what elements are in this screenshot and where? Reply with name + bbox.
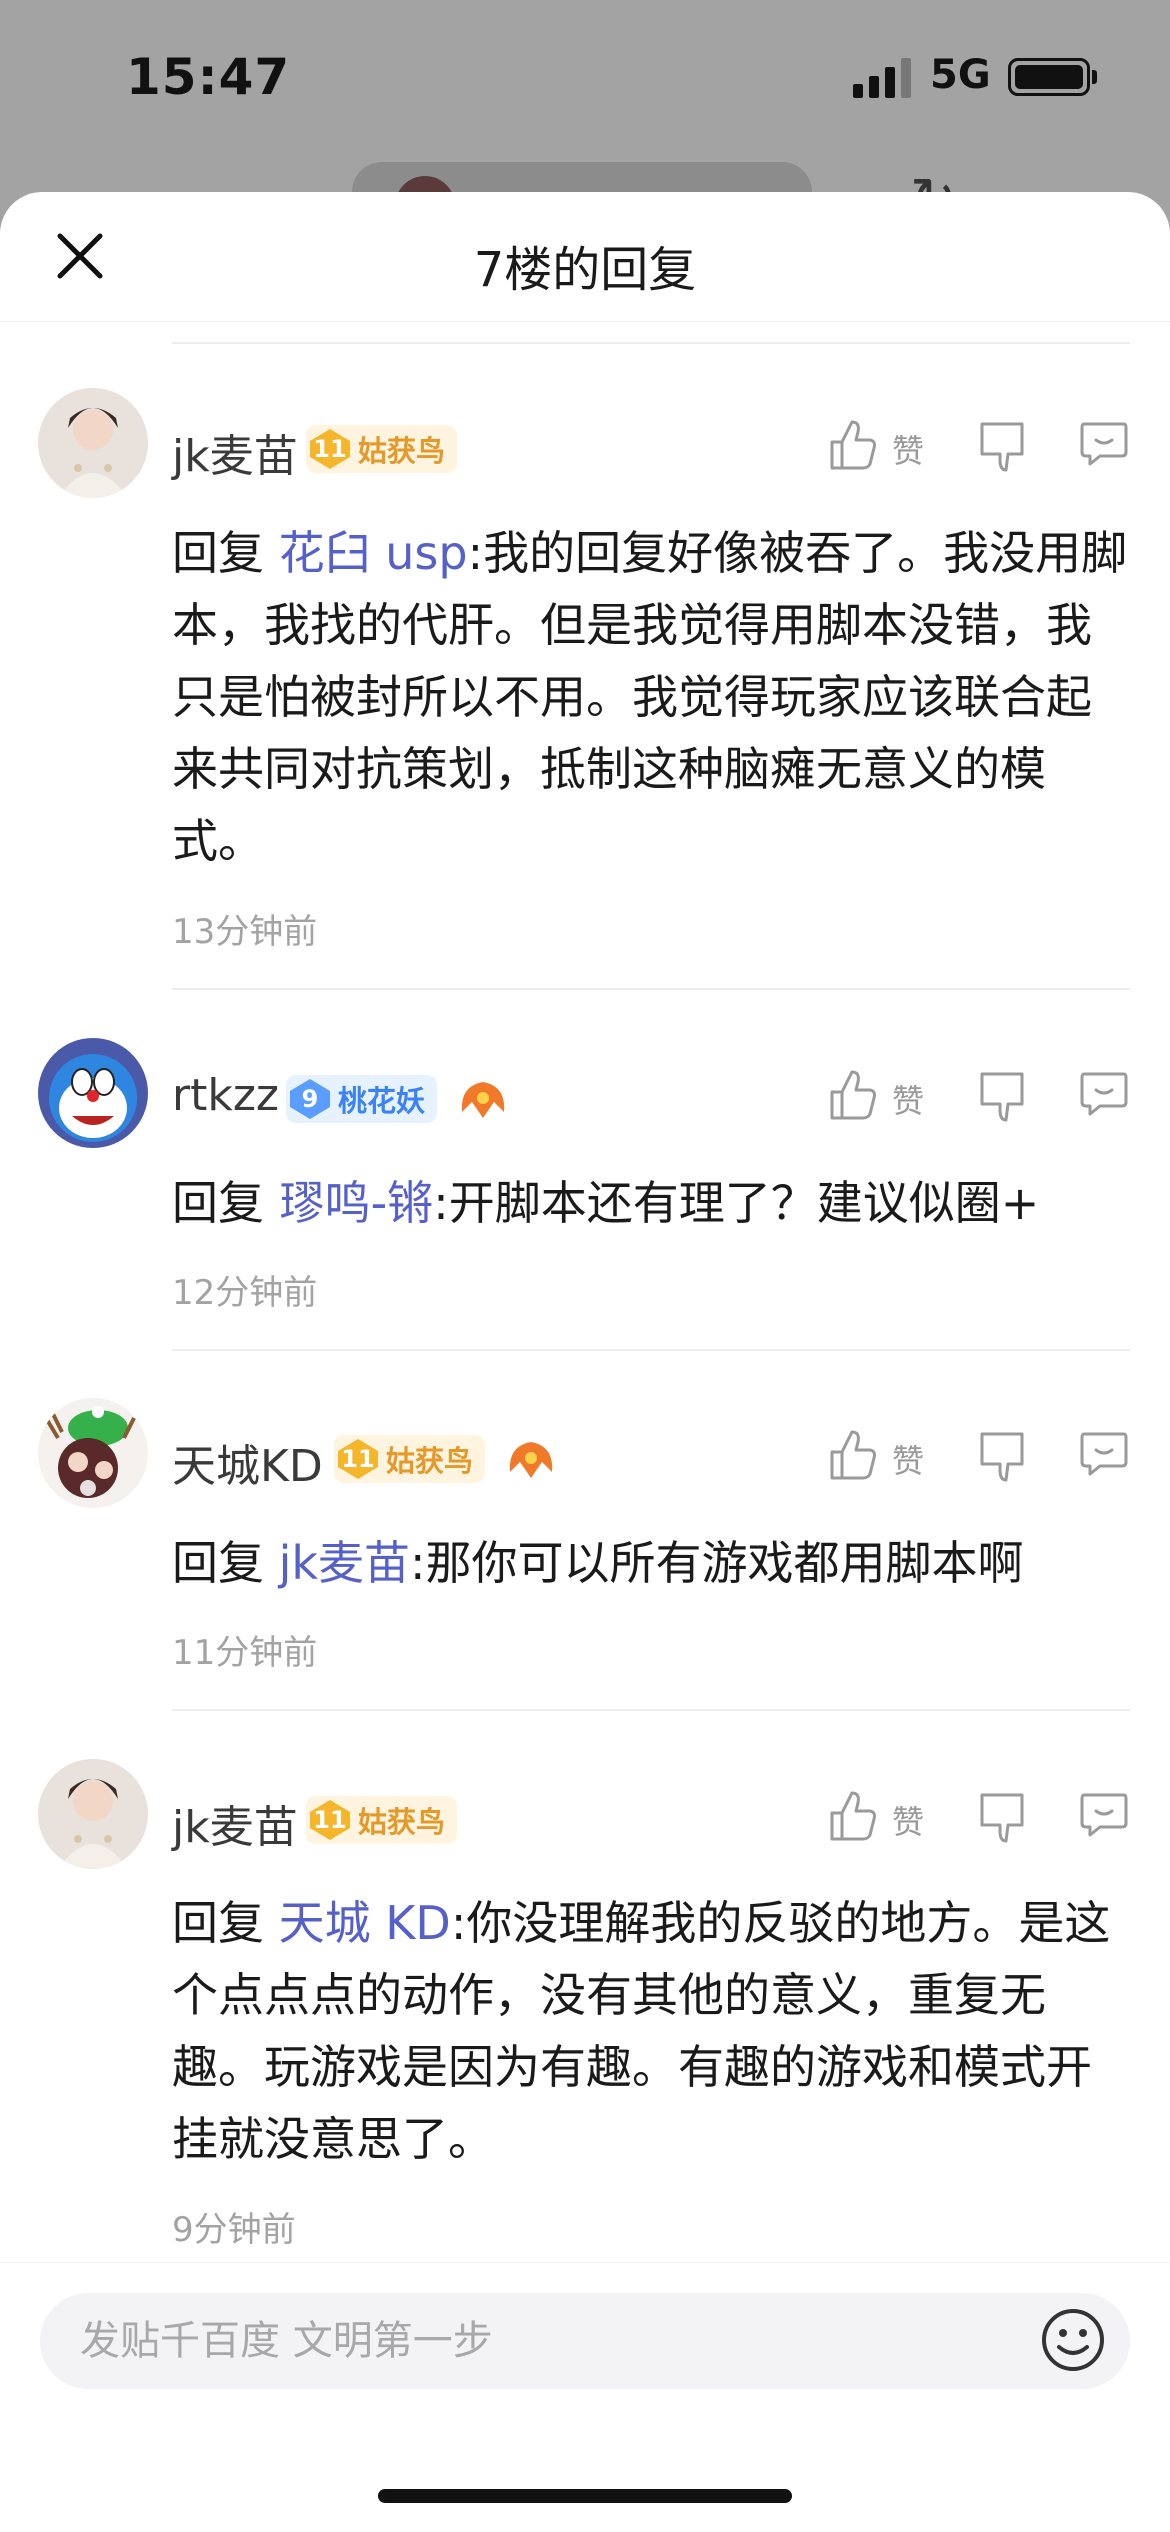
- reply-prefix: 回复: [172, 526, 264, 580]
- comment-actions: 赞: [828, 1428, 1138, 1488]
- divider: [172, 1709, 1130, 1711]
- level-number: 11: [310, 429, 350, 469]
- reply-bubble-icon[interactable]: [1078, 1068, 1130, 1118]
- thumbs-up-icon[interactable]: [828, 1428, 878, 1482]
- comment-text: 回复 璆鸣-锵:开脚本还有理了？建议似圈+: [172, 1167, 1132, 1239]
- timestamp: 12分钟前: [172, 1273, 318, 1313]
- level-badge: 11 姑获鸟: [306, 1796, 458, 1844]
- thumbs-down-icon[interactable]: [978, 1070, 1028, 1124]
- network-type: 5G: [930, 52, 991, 98]
- like-label[interactable]: 赞: [892, 1797, 924, 1843]
- comment-body: :那你可以所有游戏都用脚本啊: [410, 1536, 1024, 1590]
- sheet-title: 7楼的回复: [473, 242, 697, 298]
- divider: [172, 988, 1130, 990]
- level-number: 11: [310, 1800, 350, 1840]
- username[interactable]: rtkzz: [172, 1070, 279, 1121]
- reply-bubble-icon[interactable]: [1078, 1428, 1130, 1478]
- thumbs-down-icon[interactable]: [978, 1430, 1028, 1484]
- level-title: 姑获鸟: [358, 434, 446, 468]
- reply-prefix: 回复: [172, 1536, 264, 1590]
- comment-actions: 赞: [828, 1789, 1138, 1849]
- emblem-icon: [509, 1442, 553, 1478]
- battery-icon: [1008, 58, 1090, 96]
- reply-bubble-icon[interactable]: [1078, 418, 1130, 468]
- mention-link[interactable]: 璆鸣-锵: [279, 1176, 434, 1230]
- like-label[interactable]: 赞: [892, 1076, 924, 1122]
- reply-prefix: 回复: [172, 1176, 264, 1230]
- username[interactable]: jk麦苗: [172, 420, 298, 484]
- comment-body: :开脚本还有理了？建议似圈+: [433, 1176, 1040, 1230]
- comment-text: 回复 天城 KD:你没理解我的反驳的地方。是这个点点点的动作，没有其他的意义，重…: [172, 1887, 1132, 2175]
- thumbs-down-icon[interactable]: [978, 420, 1028, 474]
- battery-tip: [1092, 70, 1097, 84]
- divider: [172, 342, 1130, 344]
- avatar[interactable]: [38, 1398, 148, 1508]
- mention-link[interactable]: jk麦苗: [279, 1536, 410, 1590]
- like-label[interactable]: 赞: [892, 1436, 924, 1482]
- comment-actions: 赞: [828, 418, 1138, 478]
- reply-bubble-icon[interactable]: [1078, 1789, 1130, 1839]
- divider: [172, 1349, 1130, 1351]
- like-label[interactable]: 赞: [892, 426, 924, 472]
- status-time: 15:47: [126, 48, 291, 106]
- comment-text: 回复 花臼 usp:我的回复好像被吞了。我没用脚本，我找的代肝。但是我觉得用脚本…: [172, 517, 1132, 877]
- reply-sheet: 7楼的回复 jk麦苗 11 姑获鸟 赞 回复 花臼 usp:我的回复好像被吞了。…: [0, 192, 1170, 2532]
- thumbs-up-icon[interactable]: [828, 1068, 878, 1122]
- reply-prefix: 回复: [172, 1896, 264, 1950]
- level-badge: 11 姑获鸟: [334, 1435, 486, 1483]
- level-number: 11: [338, 1439, 378, 1479]
- level-number: 9: [290, 1079, 330, 1119]
- comment-actions: 赞: [828, 1068, 1138, 1128]
- sheet-header: 7楼的回复: [0, 192, 1170, 322]
- thumbs-up-icon[interactable]: [828, 1789, 878, 1843]
- smiley-icon[interactable]: [1040, 2307, 1106, 2373]
- username[interactable]: jk麦苗: [172, 1791, 298, 1855]
- reply-input[interactable]: [40, 2293, 1130, 2389]
- timestamp: 11分钟前: [172, 1633, 318, 1673]
- avatar[interactable]: [38, 1759, 148, 1869]
- username[interactable]: 天城KD: [172, 1430, 323, 1494]
- timestamp: 9分钟前: [172, 2210, 296, 2250]
- level-title: 姑获鸟: [358, 1805, 446, 1839]
- timestamp: 13分钟前: [172, 912, 318, 952]
- signal-icon: [853, 58, 911, 98]
- level-badge: 11 姑获鸟: [306, 425, 458, 473]
- status-bar: 15:47 5G: [0, 0, 1170, 150]
- avatar[interactable]: [38, 1038, 148, 1148]
- mention-link[interactable]: 天城 KD: [279, 1896, 451, 1950]
- level-badge: 9 桃花妖: [286, 1075, 438, 1123]
- home-indicator[interactable]: [378, 2489, 792, 2503]
- comment-text: 回复 jk麦苗:那你可以所有游戏都用脚本啊: [172, 1527, 1132, 1599]
- thumbs-down-icon[interactable]: [978, 1791, 1028, 1845]
- avatar[interactable]: [38, 388, 148, 498]
- emblem-icon: [461, 1082, 505, 1118]
- thumbs-up-icon[interactable]: [828, 418, 878, 472]
- level-title: 姑获鸟: [386, 1444, 474, 1478]
- level-title: 桃花妖: [338, 1084, 426, 1118]
- mention-link[interactable]: 花臼 usp: [279, 526, 468, 580]
